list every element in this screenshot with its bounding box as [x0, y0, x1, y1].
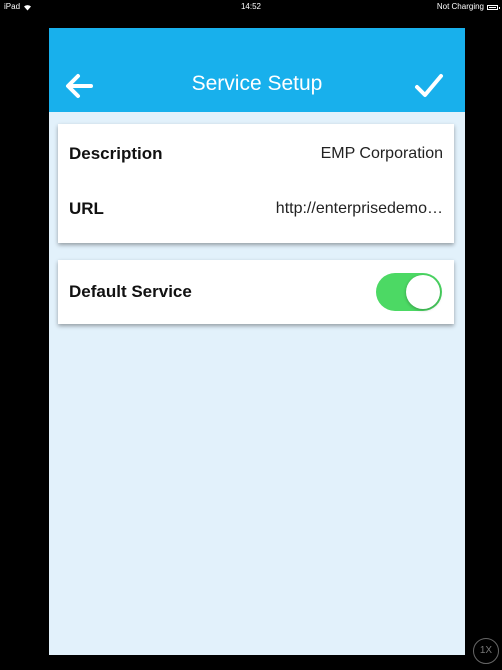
description-value: EMP Corporation — [320, 145, 443, 162]
status-time: 14:52 — [240, 2, 262, 11]
battery-icon — [487, 4, 500, 10]
page-title: Service Setup — [191, 72, 323, 95]
status-bar: iPad 14:52 Not Charging — [0, 0, 502, 14]
app-screen: Service Setup Description EMP Corporatio… — [49, 28, 465, 655]
toggle-knob — [406, 275, 440, 309]
zoom-badge[interactable]: 1X — [473, 638, 499, 664]
url-row[interactable]: URL http://enterprisedemo… — [58, 194, 454, 224]
navigation-bar: Service Setup — [49, 28, 465, 112]
default-service-toggle[interactable] — [376, 273, 442, 311]
url-label: URL — [69, 199, 104, 218]
description-row[interactable]: Description EMP Corporation — [58, 139, 454, 169]
save-button[interactable] — [411, 68, 447, 104]
description-label: Description — [69, 144, 163, 163]
url-value: http://enterprisedemo… — [275, 200, 443, 217]
charging-status: Not Charging — [436, 2, 484, 11]
service-details-card: Description EMP Corporation URL http://e… — [58, 124, 454, 243]
default-service-card: Default Service — [58, 260, 454, 324]
status-right: Not Charging — [436, 0, 500, 14]
checkmark-icon — [415, 74, 443, 97]
default-service-label: Default Service — [69, 282, 192, 301]
